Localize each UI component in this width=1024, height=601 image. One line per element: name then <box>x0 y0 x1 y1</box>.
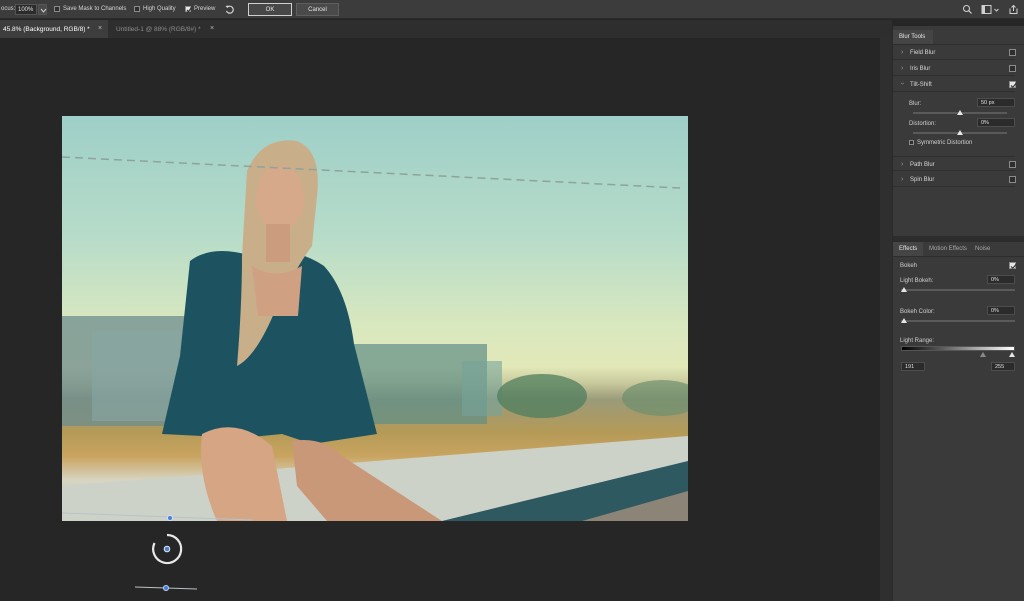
distortion-label: Distortion: <box>909 121 937 127</box>
distortion-slider-thumb[interactable] <box>957 130 963 135</box>
bokeh-checkbox[interactable] <box>1009 262 1017 269</box>
blur-slider-thumb[interactable] <box>957 110 963 115</box>
tab-label: Untitled-1 @ 88% (RGB/8#) * <box>116 26 201 33</box>
bokeh-color-slider-thumb[interactable] <box>901 318 907 323</box>
save-mask-label: Save Mask to Channels <box>63 6 127 12</box>
save-mask-checkbox[interactable] <box>54 6 60 12</box>
focus-dropdown[interactable] <box>38 4 47 15</box>
chevron-right-icon: › <box>901 65 904 72</box>
tab-motion-effects[interactable]: Motion Effects <box>929 242 967 256</box>
tab-label: 45.8% (Background, RGB/8) * <box>3 26 90 33</box>
blur-ring-control[interactable] <box>150 532 184 566</box>
blur-item-label: Path Blur <box>910 162 935 168</box>
ok-button[interactable]: OK <box>248 3 292 16</box>
divider <box>893 256 1024 257</box>
blur-item-path-blur[interactable]: › Path Blur <box>893 156 1016 171</box>
tilt-shift-guide-line[interactable] <box>62 116 688 521</box>
workspace-dropdown-icon[interactable] <box>993 4 1000 15</box>
options-bar: ocus: 100% Save Mask to Channels High Qu… <box>0 0 1024 19</box>
blur-panel: Blur Tools › Field Blur › Iris Blur › Ti… <box>892 26 1024 601</box>
blur-item-label: Tilt-Shift <box>910 82 932 88</box>
tab-untitled-document[interactable]: Untitled-1 @ 88% (RGB/8#) * × <box>109 20 221 38</box>
symmetric-distortion-checkbox[interactable] <box>909 140 914 145</box>
document-tabs: 45.8% (Background, RGB/8) * × Untitled-1… <box>0 20 892 38</box>
light-range-high-thumb[interactable] <box>1009 352 1015 357</box>
path-blur-checkbox[interactable] <box>1009 161 1016 168</box>
focus-input[interactable]: 100% <box>15 4 37 15</box>
focus-line-handle[interactable] <box>167 515 173 521</box>
blur-label: Blur: <box>909 101 922 107</box>
chevron-down-icon <box>40 8 47 13</box>
tilt-shift-checkbox[interactable] <box>1009 81 1017 88</box>
tab-noise[interactable]: Noise <box>975 242 990 256</box>
cancel-button[interactable]: Cancel <box>296 3 339 16</box>
workspace-icon[interactable] <box>981 4 992 15</box>
share-icon[interactable] <box>1008 4 1019 15</box>
symmetric-distortion-label: Symmetric Distortion <box>917 140 973 146</box>
light-bokeh-label: Light Bokeh: <box>900 278 934 284</box>
blur-input[interactable]: 50 px <box>977 98 1015 107</box>
light-bokeh-slider-thumb[interactable] <box>901 287 907 292</box>
iris-blur-checkbox[interactable] <box>1009 65 1016 72</box>
bokeh-color-label: Bokeh Color: <box>900 309 935 315</box>
high-quality-checkbox[interactable] <box>134 6 140 12</box>
chevron-right-icon: › <box>901 176 904 183</box>
document-image[interactable] <box>62 116 688 521</box>
blur-item-field-blur[interactable]: › Field Blur <box>893 45 1016 60</box>
tab-blur-tools[interactable]: Blur Tools <box>893 30 933 44</box>
high-quality-label: High Quality <box>143 6 176 12</box>
light-range-gradient <box>901 346 1015 351</box>
light-range-high-input[interactable]: 255 <box>991 362 1015 371</box>
vertical-scrollbar[interactable] <box>880 38 892 601</box>
blur-item-iris-blur[interactable]: › Iris Blur <box>893 61 1016 76</box>
blur-item-label: Spin Blur <box>910 177 935 183</box>
bokeh-color-input[interactable]: 0% <box>987 306 1015 315</box>
blur-item-spin-blur[interactable]: › Spin Blur <box>893 172 1016 187</box>
tab-background-document[interactable]: 45.8% (Background, RGB/8) * × <box>0 20 108 38</box>
focus-label: ocus: <box>1 6 16 12</box>
light-range-low-input[interactable]: 191 <box>901 362 925 371</box>
blur-item-label: Iris Blur <box>910 66 931 72</box>
preview-checkbox[interactable] <box>185 6 192 13</box>
light-range-low-thumb[interactable] <box>980 352 986 357</box>
light-bokeh-slider[interactable] <box>901 289 1015 291</box>
tilt-shift-focus-line[interactable] <box>62 510 262 526</box>
search-icon[interactable] <box>962 4 973 15</box>
field-blur-checkbox[interactable] <box>1009 49 1016 56</box>
chevron-right-icon: › <box>901 49 904 56</box>
close-icon[interactable]: × <box>210 25 214 32</box>
light-range-label: Light Range: <box>900 338 935 344</box>
chevron-right-icon: › <box>901 161 904 168</box>
blur-item-label: Field Blur <box>910 50 936 56</box>
preview-label: Preview <box>194 6 216 12</box>
feather-line[interactable] <box>135 583 199 593</box>
reset-icon[interactable] <box>224 4 235 15</box>
bokeh-row <box>893 258 1017 273</box>
spin-blur-checkbox[interactable] <box>1009 176 1016 183</box>
bokeh-color-slider[interactable] <box>901 320 1015 322</box>
blur-item-tilt-shift[interactable]: › Tilt-Shift <box>893 77 1017 92</box>
chevron-down-icon: › <box>898 82 906 85</box>
distortion-input[interactable]: 0% <box>977 118 1015 127</box>
tab-effects[interactable]: Effects <box>893 242 923 256</box>
close-icon[interactable]: × <box>98 25 102 32</box>
light-bokeh-input[interactable]: 0% <box>987 275 1015 284</box>
